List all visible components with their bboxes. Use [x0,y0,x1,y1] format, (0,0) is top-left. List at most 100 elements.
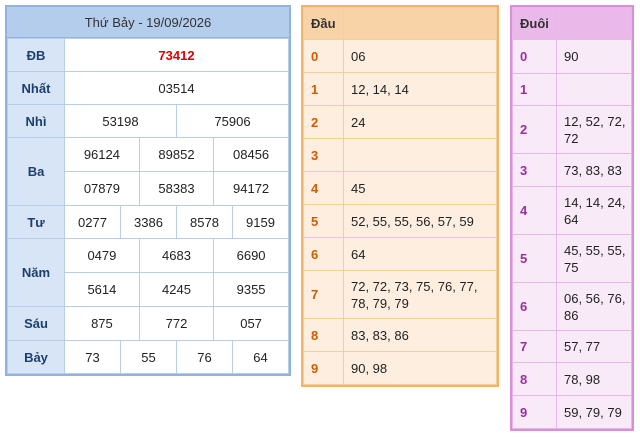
head-table-header: Đầu [303,7,497,40]
digit-key: 0 [303,39,344,73]
table-row: 0 90 [512,39,632,74]
prize-row-special: ĐB 73412 [7,38,289,72]
prize-row-fourth: Tư 0277 3386 8578 9159 [7,205,289,239]
prize-number: 64 [232,340,289,374]
digit-key: 6 [512,282,557,331]
digit-key: 0 [512,39,557,74]
prize-number: 55 [120,340,177,374]
table-row: 2 12, 52, 72, 72 [512,105,632,154]
prize-number: 3386 [120,205,177,239]
prize-row-sixth: Sáu 875 772 057 [7,306,289,341]
digit-values: 78, 98 [556,362,632,396]
table-row: 8 83, 83, 86 [303,318,497,352]
digit-values: 24 [343,105,497,139]
digit-key: 8 [303,318,344,352]
digit-values: 72, 72, 73, 75, 76, 77, 78, 79, 79 [343,270,497,319]
digit-values: 06 [343,39,497,73]
table-row: 9 90, 98 [303,351,497,385]
prize-number: 07879 [65,172,140,205]
prize-row-first: Nhất 03514 [7,71,289,105]
digit-values: 90 [556,39,632,74]
digit-key: 4 [512,186,557,235]
tail-header-label: Đuôi [512,7,557,40]
digit-key: 5 [303,204,344,238]
digit-values: 59, 79, 79 [556,395,632,429]
digit-values: 45, 55, 55, 75 [556,234,632,283]
prize-row-seventh: Bảy 73 55 76 64 [7,340,289,374]
digit-values: 14, 14, 24, 64 [556,186,632,235]
prize-number: 0277 [64,205,121,239]
prize-label-fifth: Năm [7,238,65,307]
tail-table-header: Đuôi [512,7,632,40]
digit-key: 9 [512,395,557,429]
table-row: 7 57, 77 [512,330,632,363]
digit-key: 2 [512,105,557,154]
table-row: 5 45, 55, 55, 75 [512,234,632,283]
table-row: 5 52, 55, 55, 56, 57, 59 [303,204,497,238]
digit-values: 12, 14, 14 [343,72,497,106]
prize-label-fourth: Tư [7,205,65,239]
table-row: 6 06, 56, 76, 86 [512,282,632,331]
digit-key: 7 [303,270,344,319]
table-row: 4 14, 14, 24, 64 [512,186,632,235]
prize-number: 8578 [176,205,233,239]
tail-digit-table: Đuôi 0 90 1 2 12, 52, 72, 72 3 73, 83, 83 4… [510,5,634,431]
prize-number: 89852 [139,138,215,171]
tail-header-value [556,7,632,40]
prize-number: 94172 [233,181,270,196]
prize-number: 0479 [65,239,140,272]
results-grid: ĐB 73412 Nhất 03514 Nhì 53198 75906 Ba 9… [7,38,289,374]
digit-key: 1 [512,73,557,106]
prize-row-third: Ba 96124 89852 08456 [7,137,289,206]
prize-number: 772 [139,307,215,340]
digit-values: 52, 55, 55, 56, 57, 59 [343,204,497,238]
prize-number: 5614 [65,273,140,306]
digit-key: 2 [303,105,344,139]
digit-key: 7 [512,330,557,363]
prize-label-third: Ba [7,137,65,206]
digit-values: 57, 77 [556,330,632,363]
prize-number: 03514 [64,71,289,105]
digit-key: 1 [303,72,344,106]
prize-number: 4683 [139,239,215,272]
prize-label-first: Nhất [7,71,65,105]
digit-values: 90, 98 [343,351,497,385]
head-header-label: Đầu [303,7,344,40]
prize-number: 73 [64,340,121,374]
digit-key: 3 [512,153,557,187]
table-row: 9 59, 79, 79 [512,395,632,429]
digit-values: 73, 83, 83 [556,153,632,187]
digit-values: 45 [343,171,497,205]
digit-key: 5 [512,234,557,283]
prize-number: 9159 [232,205,289,239]
digit-values: 83, 83, 86 [343,318,497,352]
table-row: 8 78, 98 [512,362,632,396]
prize-label-sixth: Sáu [7,306,65,341]
head-header-value [343,7,497,40]
table-row: 7 72, 72, 73, 75, 76, 77, 78, 79, 79 [303,270,497,319]
table-row: 1 12, 14, 14 [303,72,497,106]
table-row: 3 [303,138,497,172]
prize-row-fifth: Năm 0479 4683 6690 [7,238,289,307]
prize-number: 875 [65,307,140,340]
prize-number: 9355 [236,282,266,297]
digit-key: 3 [303,138,344,172]
digit-values [556,73,632,106]
table-row: 3 73, 83, 83 [512,153,632,187]
digit-values: 06, 56, 76, 86 [556,282,632,331]
prize-label-special: ĐB [7,38,65,72]
digit-values [343,138,497,172]
table-row: 6 64 [303,237,497,271]
table-row: 2 24 [303,105,497,139]
table-row: 0 06 [303,39,497,73]
digit-key: 6 [303,237,344,271]
prize-number: 53198 [64,104,177,138]
prize-number: 057 [240,316,262,331]
prize-number: 08456 [233,147,270,162]
prize-number: 73412 [64,38,289,72]
digit-values: 64 [343,237,497,271]
prize-label-second: Nhì [7,104,65,138]
prize-number: 4245 [139,273,215,306]
prize-row-second: Nhì 53198 75906 [7,104,289,138]
table-row: 1 [512,73,632,106]
